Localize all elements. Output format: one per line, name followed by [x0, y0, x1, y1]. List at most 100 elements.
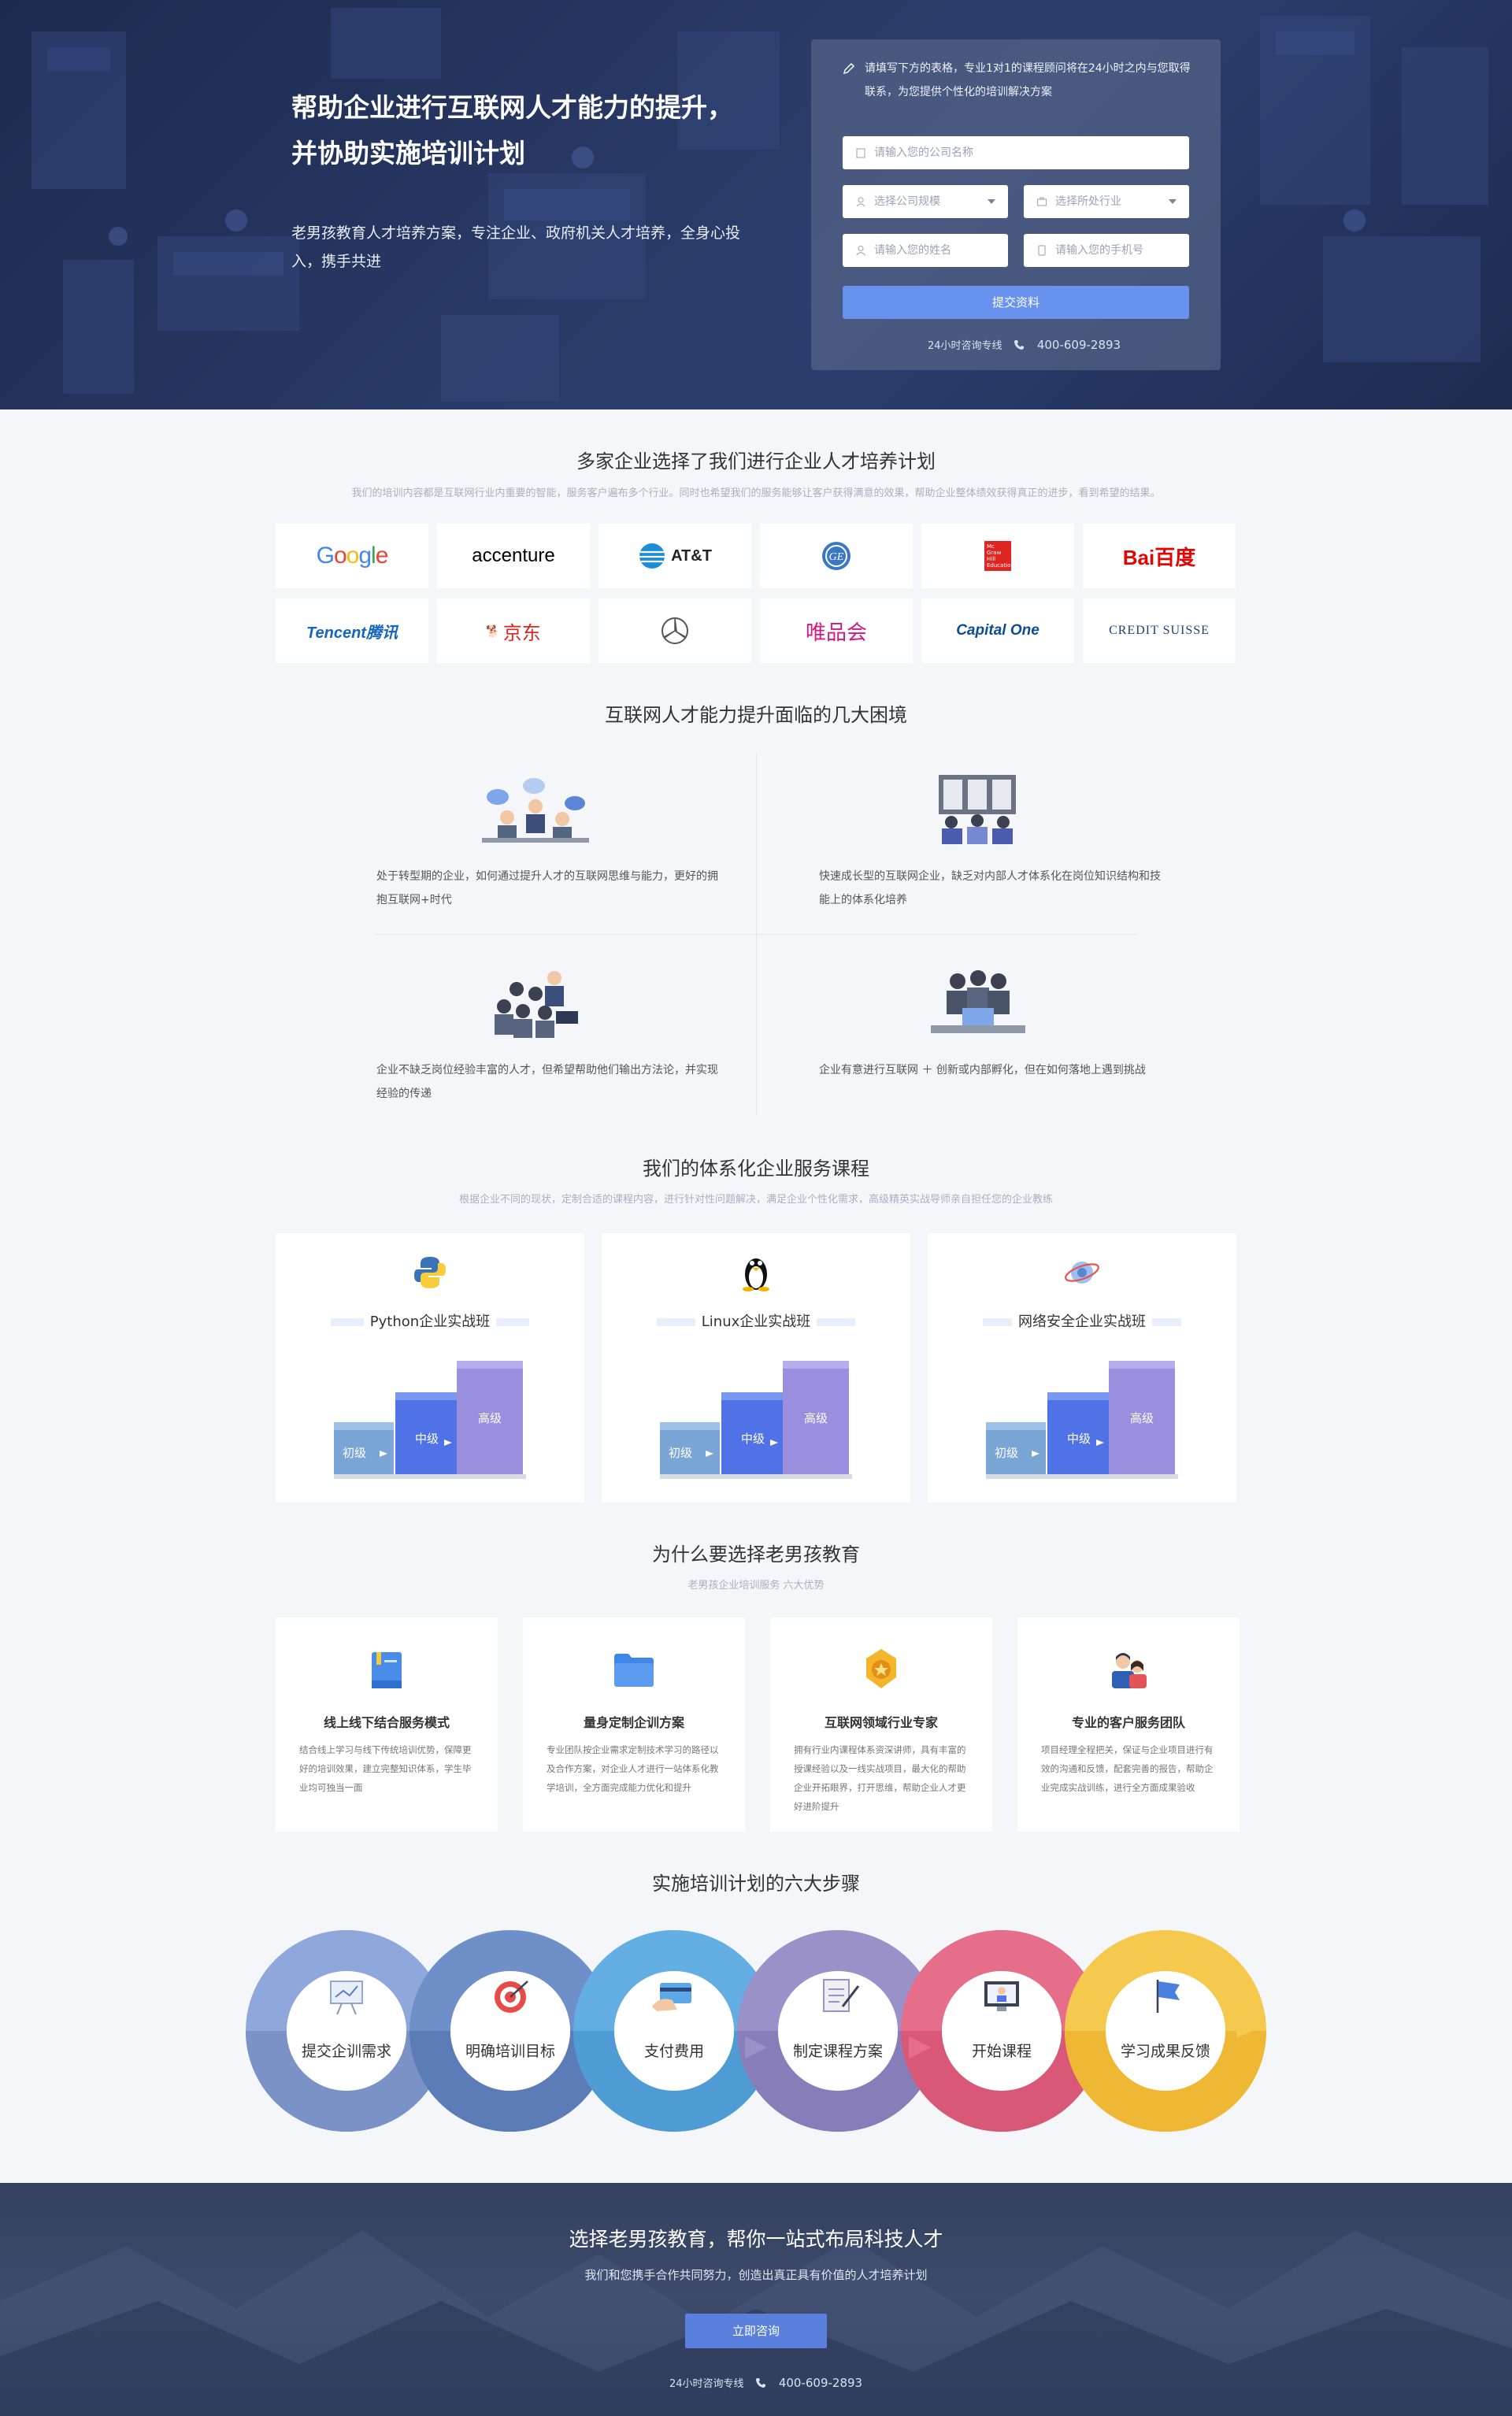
logo-capital-one: Capital One [921, 598, 1074, 663]
course-title: 网络安全企业实战班 [928, 1310, 1236, 1331]
logo-tencent-text: Tencent腾讯 [306, 624, 398, 642]
python-icon [414, 1257, 446, 1288]
level-beginner: 初级 [343, 1446, 366, 1460]
phone-input[interactable]: 请输入您的手机号 [1024, 234, 1189, 267]
level-intermediate: 中级 [1067, 1432, 1091, 1446]
logo-vip-text: 唯品会 [805, 620, 867, 644]
team-icon [1112, 1653, 1147, 1688]
jd-dog-icon: 🐕 [486, 624, 500, 637]
phone-icon [1014, 340, 1024, 350]
problem-item-4: 企业有意进行互联网 ＋ 创新或内部孵化，但在如何落地上遇到挑战 [819, 1058, 1166, 1082]
footer-title: 选择老男孩教育，帮你一站式布局科技人才 [569, 2228, 943, 2251]
ge-text: GE [829, 551, 844, 563]
phone-icon [755, 2378, 765, 2388]
steps-title: 实施培训计划的六大步骤 [652, 1873, 860, 1895]
page: 帮助企业进行互联网人才能力的提升， 并协助实施培训计划 老男孩教育人才培养方案，… [0, 0, 1512, 2416]
business-team-icon [931, 970, 1025, 1033]
logo-baidu-text: Bai百度 [1122, 545, 1196, 569]
book-icon [372, 1652, 402, 1688]
consult-form: 请填写下方的表格，专业1对1的课程顾问将在24小时之内与您取得联系，为您提供个性… [811, 39, 1221, 370]
form-note-text: 请填写下方的表格，专业1对1的课程顾问将在24小时之内与您取得联系，为您提供个性… [865, 62, 1191, 98]
name-input[interactable]: 请输入您的姓名 [843, 234, 1008, 267]
partners-title: 多家企业选择了我们进行企业人才培养计划 [576, 450, 936, 472]
steps-ring-diagram [246, 1930, 1266, 2132]
level-stairs-chart: 初级 中级 高级 [660, 1361, 852, 1479]
course-title-text: Linux企业实战班 [695, 1310, 817, 1331]
hotline-number: 400-609-2893 [1036, 338, 1121, 352]
level-intermediate: 中级 [415, 1432, 439, 1446]
hero-title-line-2: 并协助实施培训计划 [291, 138, 525, 169]
hero-description: 老男孩教育人才培养方案，专注企业、政府机关人才培养，全身心投入，携手共进 [291, 224, 741, 270]
logo-att: AT&T [598, 524, 751, 588]
folder-icon [614, 1654, 654, 1687]
logo-mcgraw-hill: Mc Graw Hill Education [921, 524, 1074, 588]
briefcase-icon [1036, 197, 1047, 206]
name-placeholder: 请输入您的姓名 [874, 244, 951, 257]
courses-title: 我们的体系化企业服务课程 [643, 1158, 869, 1180]
submit-button[interactable]: 提交资料 [843, 286, 1189, 319]
why-card-title: 量身定制企训方案 [583, 1715, 684, 1730]
course-card-security[interactable]: 网络安全企业实战班 初级 中级 高级 [928, 1233, 1236, 1503]
hotline-label: 24小时咨询专线 [928, 340, 1002, 352]
hero-title-line-1: 帮助企业进行互联网人才能力的提升， [291, 92, 733, 123]
problem-item-1: 处于转型期的企业，如何通过提升人才的互联网思维与能力，更好的拥抱互联网+时代 [376, 865, 723, 912]
level-stairs-chart: 初级 中级 高级 [334, 1361, 526, 1479]
why-card-3: 互联网领域行业专家 拥有行业内课程体系资深讲师，具有丰富的授课经验以及一线实战项… [770, 1617, 992, 1832]
logo-att-text: AT&T [671, 547, 712, 565]
why-card-1: 线上线下结合服务模式 结合线上学习与线下传统培训优势，保障更好的培训效果，建立完… [276, 1617, 498, 1832]
why-card-title: 专业的客户服务团队 [1071, 1715, 1185, 1730]
phone-placeholder: 请输入您的手机号 [1055, 244, 1143, 257]
chevron-down-icon [1169, 199, 1177, 204]
building-icon [856, 148, 865, 158]
course-card-linux[interactable]: Linux企业实战班 初级 中级 高级 [602, 1233, 910, 1503]
logo-google: Google [276, 524, 428, 588]
company-input[interactable]: 请输入您的公司名称 [843, 136, 1189, 169]
why-card-desc: 拥有行业内课程体系资深讲师，具有丰富的授课经验以及一线实战项目，最大化的帮助企业… [794, 1744, 966, 1812]
step-1-label: 提交企训需求 [301, 2043, 391, 2060]
problem-text-2: 快速成长型的互联网企业，缺乏对内部人才体系化在岗位知识结构和技能上的体系化培养 [819, 870, 1161, 906]
level-stairs-chart: 初级 中级 高级 [986, 1361, 1178, 1479]
step-5-label: 开始课程 [971, 2043, 1032, 2060]
problems-horizontal-divider [375, 934, 1137, 935]
course-title-text: Python企业实战班 [363, 1310, 497, 1331]
industry-select[interactable]: 选择所处行业 [1024, 185, 1189, 218]
step-2-label: 明确培训目标 [465, 2043, 555, 2060]
logo-jd-text: 京东 [502, 622, 541, 644]
team-discussion-icon [495, 971, 578, 1038]
level-advanced: 高级 [1130, 1411, 1154, 1425]
why-card-desc: 专业团队按企业需求定制技术学习的路径以及合作方案，对企业人才进行一站体系化教学培… [547, 1744, 719, 1793]
logo-vip: 唯品会 [760, 598, 913, 663]
pen-icon [843, 63, 854, 74]
logo-capital-one-text: Capital One [956, 622, 1040, 639]
why-card-desc: 结合线上学习与线下传统培训优势，保障更好的培训效果，建立完整知识体系，学生毕业均… [299, 1744, 472, 1793]
office-illustration [32, 8, 1488, 402]
level-beginner: 初级 [995, 1446, 1018, 1460]
why-title: 为什么要选择老男孩教育 [652, 1543, 860, 1566]
partners-subtitle: 我们的培训内容都是互联网行业内重要的智能，服务客户遍布多个行业。同时也希望我们的… [351, 487, 1161, 499]
company-scale-select[interactable]: 选择公司规模 [843, 185, 1008, 218]
mercedes-star-icon [662, 617, 688, 644]
why-card-title: 线上线下结合服务模式 [323, 1715, 450, 1730]
why-card-desc: 项目经理全程把关，保证与企业项目进行有效的沟通和反馈，配套完善的报告，帮助企业完… [1041, 1744, 1214, 1793]
hero-banner: 帮助企业进行互联网人才能力的提升， 并协助实施培训计划 老男孩教育人才培养方案，… [0, 0, 1512, 409]
courses-subtitle: 根据企业不同的现状，定制合适的课程内容，进行针对性问题解决，满足企业个性化需求，… [458, 1194, 1053, 1206]
logo-credit-suisse: CREDIT SUISSE [1083, 598, 1236, 663]
step-3-label: 支付费用 [643, 2043, 704, 2060]
att-globe-icon [639, 543, 665, 569]
problem-item-3: 企业不缺乏岗位经验丰富的人才，但希望帮助他们输出方法论，并实现经验的传递 [376, 1058, 723, 1106]
course-title: Python企业实战班 [276, 1310, 584, 1331]
logo-mercedes [598, 598, 751, 663]
problem-text-1: 处于转型期的企业，如何通过提升人才的互联网思维与能力，更好的拥抱互联网+时代 [376, 870, 718, 906]
user-icon [856, 245, 865, 256]
form-hotline: 24小时咨询专线 400-609-2893 [928, 337, 1121, 352]
form-note: 请填写下方的表格，专业1对1的课程顾问将在24小时之内与您取得联系，为您提供个性… [843, 57, 1197, 104]
step-4-label: 制定课程方案 [792, 2043, 883, 2060]
g2: o [333, 543, 347, 569]
meeting-people-icon [482, 778, 589, 843]
course-card-python[interactable]: Python企业实战班 初级 中级 高级 [276, 1233, 584, 1503]
consult-now-button[interactable]: 立即咨询 [685, 2314, 827, 2348]
chevron-down-icon [988, 199, 995, 204]
industry-placeholder: 选择所处行业 [1055, 195, 1121, 208]
why-card-title: 互联网领域行业专家 [824, 1715, 938, 1730]
logo-accenture-text: accenture [472, 545, 555, 566]
